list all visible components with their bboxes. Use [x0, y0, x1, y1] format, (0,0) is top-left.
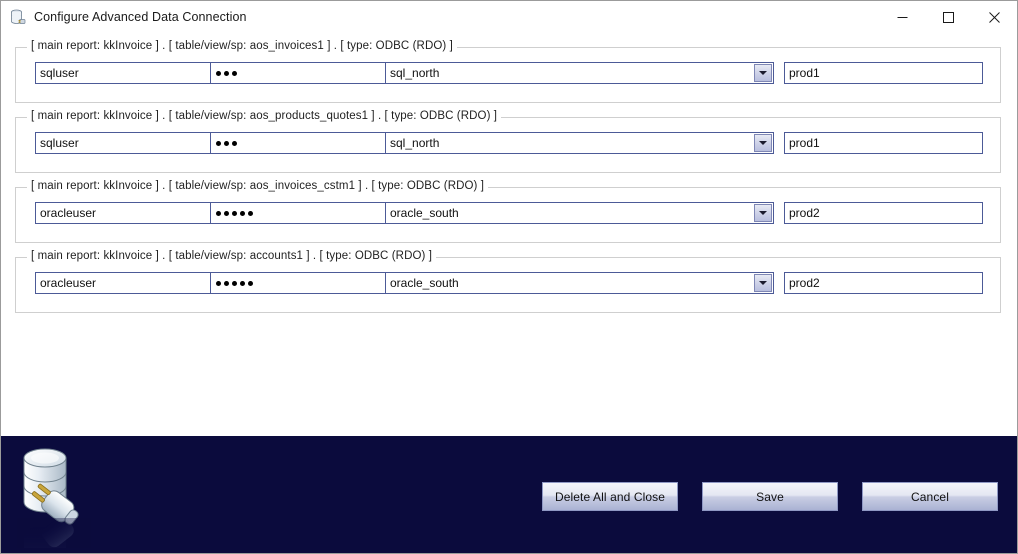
database-field-2[interactable]: prod1	[784, 132, 983, 154]
username-field-1[interactable]: sqluser	[35, 62, 213, 84]
datasource-combobox-1[interactable]: sql_north	[385, 62, 774, 84]
database-field-1[interactable]: prod1	[784, 62, 983, 84]
password-mask-4	[215, 280, 253, 286]
window-controls	[879, 1, 1017, 33]
database-field-4[interactable]: prod2	[784, 272, 983, 294]
datasource-value-1: sql_north	[390, 66, 440, 80]
connections-area: [ main report: kkInvoice ] . [ table/vie…	[1, 33, 1017, 436]
database-value-1: prod1	[789, 66, 820, 80]
password-field-4[interactable]	[210, 272, 388, 294]
chevron-down-icon[interactable]	[754, 274, 772, 292]
database-value-4: prod2	[789, 276, 820, 290]
password-field-2[interactable]	[210, 132, 388, 154]
connection-group-3: [ main report: kkInvoice ] . [ table/vie…	[15, 180, 1001, 243]
database-value-2: prod1	[789, 136, 820, 150]
dialog-button-row: Delete All and Close Save Cancel	[542, 482, 998, 511]
chevron-down-icon[interactable]	[754, 204, 772, 222]
username-value-1: sqluser	[40, 66, 79, 80]
username-field-2[interactable]: sqluser	[35, 132, 213, 154]
password-field-1[interactable]	[210, 62, 388, 84]
chevron-down-icon[interactable]	[754, 64, 772, 82]
password-mask-3	[215, 210, 253, 216]
connection-group-4: [ main report: kkInvoice ] . [ table/vie…	[15, 250, 1001, 313]
minimize-button[interactable]	[879, 1, 925, 33]
connection-group-3-legend: [ main report: kkInvoice ] . [ table/vie…	[27, 180, 489, 192]
connection-group-4-legend: [ main report: kkInvoice ] . [ table/vie…	[27, 250, 437, 262]
cancel-button[interactable]: Cancel	[862, 482, 998, 511]
datasource-combobox-2[interactable]: sql_north	[385, 132, 774, 154]
configure-advanced-data-connection-window: Configure Advanced Data Connection [ mai…	[0, 0, 1018, 554]
footer-bar: Delete All and Close Save Cancel	[1, 436, 1017, 553]
username-field-3[interactable]: oracleuser	[35, 202, 213, 224]
datasource-combobox-3[interactable]: oracle_south	[385, 202, 774, 224]
connection-group-1-legend: [ main report: kkInvoice ] . [ table/vie…	[27, 40, 457, 52]
title-bar: Configure Advanced Data Connection	[1, 1, 1017, 33]
database-value-3: prod2	[789, 206, 820, 220]
connection-group-2: [ main report: kkInvoice ] . [ table/vie…	[15, 110, 1001, 173]
username-value-4: oracleuser	[40, 276, 97, 290]
datasource-combobox-4[interactable]: oracle_south	[385, 272, 774, 294]
datasource-value-4: oracle_south	[390, 276, 459, 290]
password-mask-2	[215, 140, 237, 146]
datasource-value-3: oracle_south	[390, 206, 459, 220]
save-button[interactable]: Save	[702, 482, 838, 511]
database-field-3[interactable]: prod2	[784, 202, 983, 224]
connection-group-1: [ main report: kkInvoice ] . [ table/vie…	[15, 40, 1001, 103]
username-field-4[interactable]: oracleuser	[35, 272, 213, 294]
delete-all-and-close-button[interactable]: Delete All and Close	[542, 482, 678, 511]
password-field-3[interactable]	[210, 202, 388, 224]
username-value-2: sqluser	[40, 136, 79, 150]
database-plug-icon	[17, 444, 91, 548]
close-button[interactable]	[971, 1, 1017, 33]
password-mask-1	[215, 70, 237, 76]
username-value-3: oracleuser	[40, 206, 97, 220]
window-title: Configure Advanced Data Connection	[34, 10, 247, 24]
datasource-value-2: sql_north	[390, 136, 440, 150]
database-connection-icon	[10, 9, 26, 25]
chevron-down-icon[interactable]	[754, 134, 772, 152]
connection-group-2-legend: [ main report: kkInvoice ] . [ table/vie…	[27, 110, 502, 122]
maximize-button[interactable]	[925, 1, 971, 33]
